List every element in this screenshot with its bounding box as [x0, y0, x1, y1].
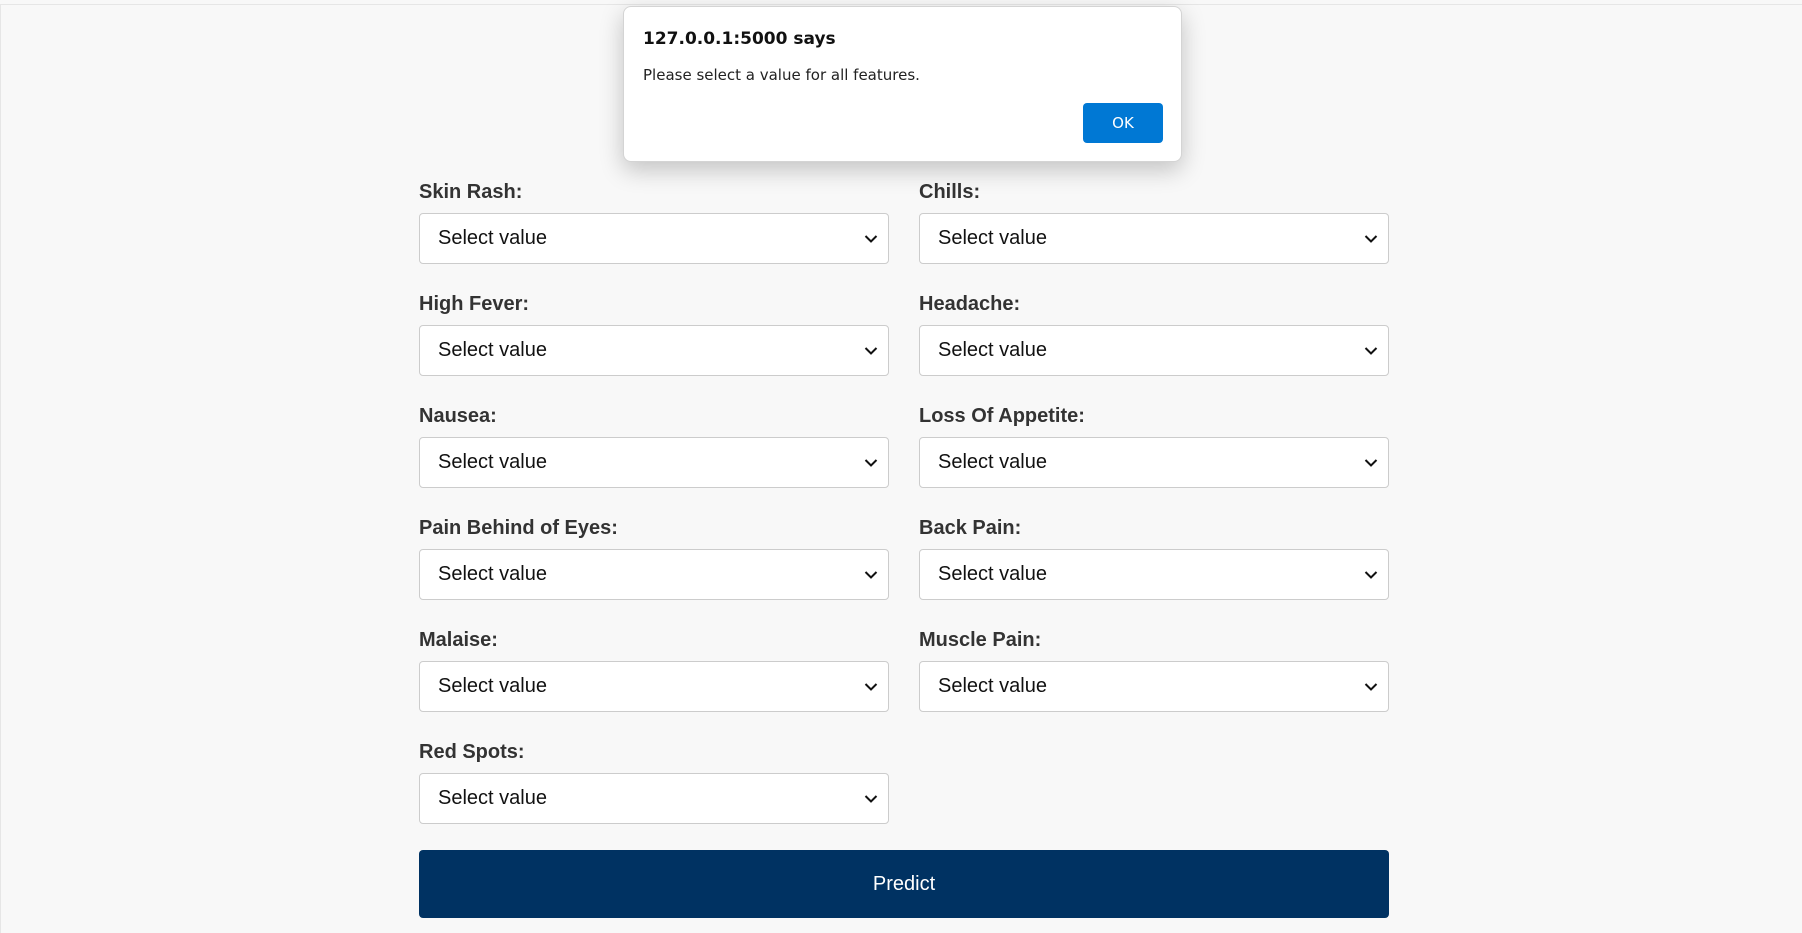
field-label: Nausea: — [419, 405, 497, 427]
chevron-down-icon — [864, 235, 878, 243]
headache-select[interactable]: Select value — [919, 325, 1389, 376]
field-skin-rash: Skin Rash: Select value — [419, 175, 889, 287]
field-label: High Fever: — [419, 293, 530, 315]
field-label: Red Spots: — [419, 741, 525, 763]
pain-behind-of-eyes-select[interactable]: Select value — [419, 549, 889, 600]
page: Skin Rash: Select value Chills: Select v… — [0, 4, 1802, 933]
malaise-select[interactable]: Select value — [419, 661, 889, 712]
predict-button[interactable]: Predict — [419, 850, 1389, 918]
chevron-down-icon — [864, 683, 878, 691]
select-value: Select value — [438, 675, 547, 697]
chevron-down-icon — [864, 347, 878, 355]
chevron-down-icon — [864, 795, 878, 803]
field-label: Chills: — [919, 181, 981, 203]
chevron-down-icon — [864, 571, 878, 579]
chevron-down-icon — [1364, 347, 1378, 355]
field-red-spots: Red Spots: Select value — [419, 735, 889, 847]
field-headache: Headache: Select value — [919, 287, 1389, 399]
field-grid: Skin Rash: Select value Chills: Select v… — [419, 175, 1390, 847]
select-value: Select value — [438, 787, 547, 809]
skin-rash-select[interactable]: Select value — [419, 213, 889, 264]
field-label: Malaise: — [419, 629, 498, 651]
select-value: Select value — [438, 563, 547, 585]
field-label: Headache: — [919, 293, 1021, 315]
chevron-down-icon — [864, 459, 878, 467]
select-value: Select value — [938, 451, 1047, 473]
back-pain-select[interactable]: Select value — [919, 549, 1389, 600]
select-value: Select value — [938, 675, 1047, 697]
ok-button[interactable]: OK — [1083, 103, 1163, 143]
field-pain-behind-of-eyes: Pain Behind of Eyes: Select value — [419, 511, 889, 623]
symptom-form: Skin Rash: Select value Chills: Select v… — [419, 175, 1390, 918]
high-fever-select[interactable]: Select value — [419, 325, 889, 376]
dialog-message: Please select a value for all features. — [643, 66, 920, 84]
alert-dialog: 127.0.0.1:5000 says Please select a valu… — [623, 6, 1182, 162]
nausea-select[interactable]: Select value — [419, 437, 889, 488]
field-label: Loss Of Appetite: — [919, 405, 1085, 427]
field-label: Pain Behind of Eyes: — [419, 517, 618, 539]
field-nausea: Nausea: Select value — [419, 399, 889, 511]
select-value: Select value — [938, 339, 1047, 361]
field-label: Muscle Pain: — [919, 629, 1042, 651]
field-label: Skin Rash: — [419, 181, 523, 203]
field-malaise: Malaise: Select value — [419, 623, 889, 735]
dialog-title: 127.0.0.1:5000 says — [643, 29, 836, 49]
chevron-down-icon — [1364, 571, 1378, 579]
select-value: Select value — [438, 339, 547, 361]
red-spots-select[interactable]: Select value — [419, 773, 889, 824]
chevron-down-icon — [1364, 459, 1378, 467]
field-muscle-pain: Muscle Pain: Select value — [919, 623, 1389, 735]
select-value: Select value — [438, 227, 547, 249]
select-value: Select value — [938, 227, 1047, 249]
chevron-down-icon — [1364, 683, 1378, 691]
field-high-fever: High Fever: Select value — [419, 287, 889, 399]
select-value: Select value — [438, 451, 547, 473]
chills-select[interactable]: Select value — [919, 213, 1389, 264]
loss-of-appetite-select[interactable]: Select value — [919, 437, 1389, 488]
chevron-down-icon — [1364, 235, 1378, 243]
field-chills: Chills: Select value — [919, 175, 1389, 287]
field-back-pain: Back Pain: Select value — [919, 511, 1389, 623]
field-loss-of-appetite: Loss Of Appetite: Select value — [919, 399, 1389, 511]
field-label: Back Pain: — [919, 517, 1022, 539]
select-value: Select value — [938, 563, 1047, 585]
muscle-pain-select[interactable]: Select value — [919, 661, 1389, 712]
